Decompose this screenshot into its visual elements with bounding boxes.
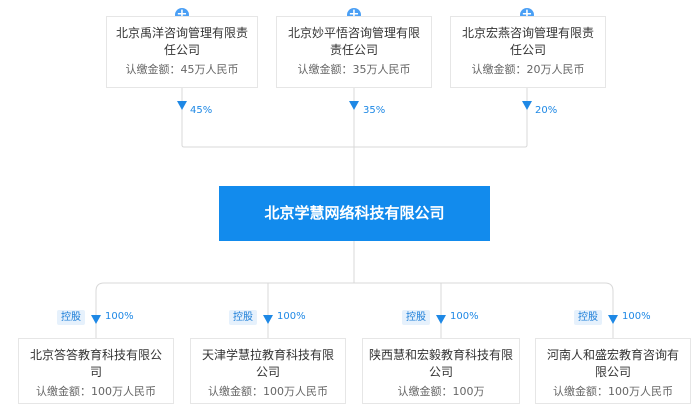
arrow-down-icon — [436, 315, 446, 324]
control-tag: 控股 — [57, 310, 85, 325]
shareholder-name: 北京妙平悟咨询管理有限责任公司 — [287, 26, 420, 57]
subsidiary-name: 河南人和盛宏教育咨询有限公司 — [546, 348, 679, 379]
arrow-down-icon — [349, 101, 359, 110]
subsidiary-card[interactable]: 天津学慧拉教育科技有限公司 认缴金额：100万人民币 — [190, 338, 346, 404]
subsidiary-capital: 认缴金额：100万人民币 — [208, 385, 328, 398]
subsidiary-capital: 认缴金额：100万 — [397, 385, 485, 398]
shareholder-card[interactable]: 北京妙平悟咨询管理有限责任公司 认缴金额：35万人民币 — [276, 16, 432, 88]
share-percent: 35% — [363, 105, 386, 116]
control-tag: 控股 — [229, 310, 257, 325]
holding-percent: 100% — [105, 311, 134, 322]
subsidiary-capital: 认缴金额：100万人民币 — [36, 385, 156, 398]
arrow-down-icon — [522, 101, 532, 110]
arrow-down-icon — [608, 315, 618, 324]
control-tag: 控股 — [574, 310, 602, 325]
shareholder-card[interactable]: 北京禹洋咨询管理有限责任公司 认缴金额：45万人民币 — [106, 16, 258, 88]
subsidiary-name: 陕西慧和宏毅教育科技有限公司 — [369, 348, 514, 379]
arrow-down-icon — [91, 315, 101, 324]
holding-percent: 100% — [277, 311, 306, 322]
shareholder-capital: 认缴金额：35万人民币 — [297, 63, 411, 76]
shareholder-name: 北京禹洋咨询管理有限责任公司 — [115, 26, 248, 57]
shareholder-name: 北京宏燕咨询管理有限责任公司 — [461, 26, 594, 57]
arrow-down-icon — [263, 315, 273, 324]
subsidiary-name: 北京答答教育科技有限公司 — [29, 348, 162, 379]
shareholder-capital: 认缴金额：20万人民币 — [471, 63, 585, 76]
subsidiary-card[interactable]: 陕西慧和宏毅教育科技有限公司 认缴金额：100万 — [362, 338, 520, 404]
holding-percent: 100% — [622, 311, 651, 322]
subsidiary-capital: 认缴金额：100万人民币 — [553, 385, 673, 398]
subsidiary-name: 天津学慧拉教育科技有限公司 — [201, 348, 334, 379]
shareholder-card[interactable]: 北京宏燕咨询管理有限责任公司 认缴金额：20万人民币 — [450, 16, 606, 88]
share-percent: 20% — [535, 105, 558, 116]
subsidiary-card[interactable]: 河南人和盛宏教育咨询有限公司 认缴金额：100万人民币 — [535, 338, 691, 404]
subsidiary-card[interactable]: 北京答答教育科技有限公司 认缴金额：100万人民币 — [18, 338, 174, 404]
shareholder-capital: 认缴金额：45万人民币 — [125, 63, 239, 76]
holding-percent: 100% — [450, 311, 479, 322]
share-percent: 45% — [190, 105, 213, 116]
company-node[interactable]: 北京学慧网络科技有限公司 — [219, 186, 490, 241]
arrow-down-icon — [177, 101, 187, 110]
control-tag: 控股 — [402, 310, 430, 325]
